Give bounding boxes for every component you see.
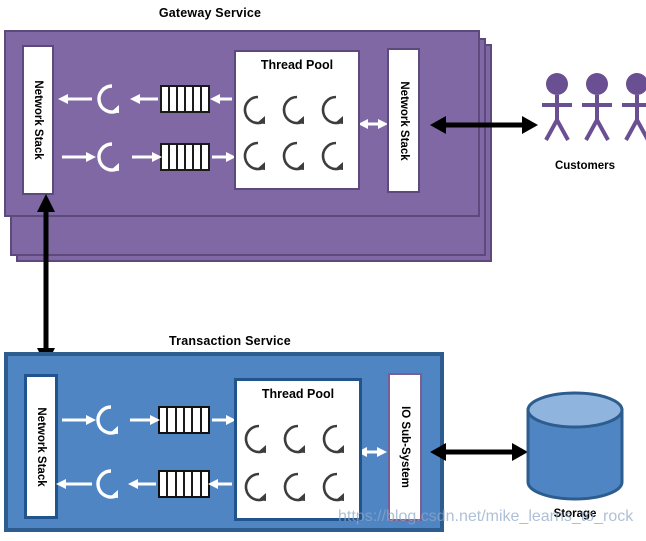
gateway-thread-grid xyxy=(236,80,358,186)
thread-icon xyxy=(321,95,343,124)
storage-cylinder-icon xyxy=(526,391,624,501)
transaction-thread-grid xyxy=(237,409,359,517)
thread-icon xyxy=(282,142,304,171)
thread-icon xyxy=(321,142,343,171)
thread-icon xyxy=(243,142,265,171)
gateway-network-stack-right[interactable]: Network Stack xyxy=(387,48,420,193)
customers-label: Customers xyxy=(554,160,616,172)
transaction-thread-pool[interactable]: Thread Pool xyxy=(234,378,362,521)
transaction-white-arrows xyxy=(56,415,387,489)
io-subsystem-box[interactable]: IO Sub-System xyxy=(388,373,422,521)
thread-icon xyxy=(243,95,265,124)
customers-group xyxy=(540,72,646,144)
person-icon xyxy=(582,73,612,141)
thread-icon xyxy=(322,425,344,454)
gateway-thread-pool-title: Thread Pool xyxy=(260,58,334,72)
thread-icon xyxy=(322,472,344,501)
transaction-service-title: Transaction Service xyxy=(169,334,291,348)
gateway-thread-pool[interactable]: Thread Pool xyxy=(234,50,360,190)
io-storage-connector xyxy=(430,443,528,461)
gateway-customers-connector xyxy=(430,116,538,134)
io-subsystem-label: IO Sub-System xyxy=(399,406,411,488)
thread-icon xyxy=(283,472,305,501)
thread-icon xyxy=(283,425,305,454)
thread-icon xyxy=(244,425,266,454)
gateway-network-stack-right-label: Network Stack xyxy=(397,80,410,161)
person-icon xyxy=(622,73,646,141)
transaction-thread-pool-title: Thread Pool xyxy=(261,387,335,401)
thread-icon xyxy=(244,472,266,501)
thread-icon xyxy=(282,95,304,124)
watermark-text: https://blog.csdn.net/mike_learns_to_roc… xyxy=(338,508,634,525)
person-icon xyxy=(542,73,572,141)
